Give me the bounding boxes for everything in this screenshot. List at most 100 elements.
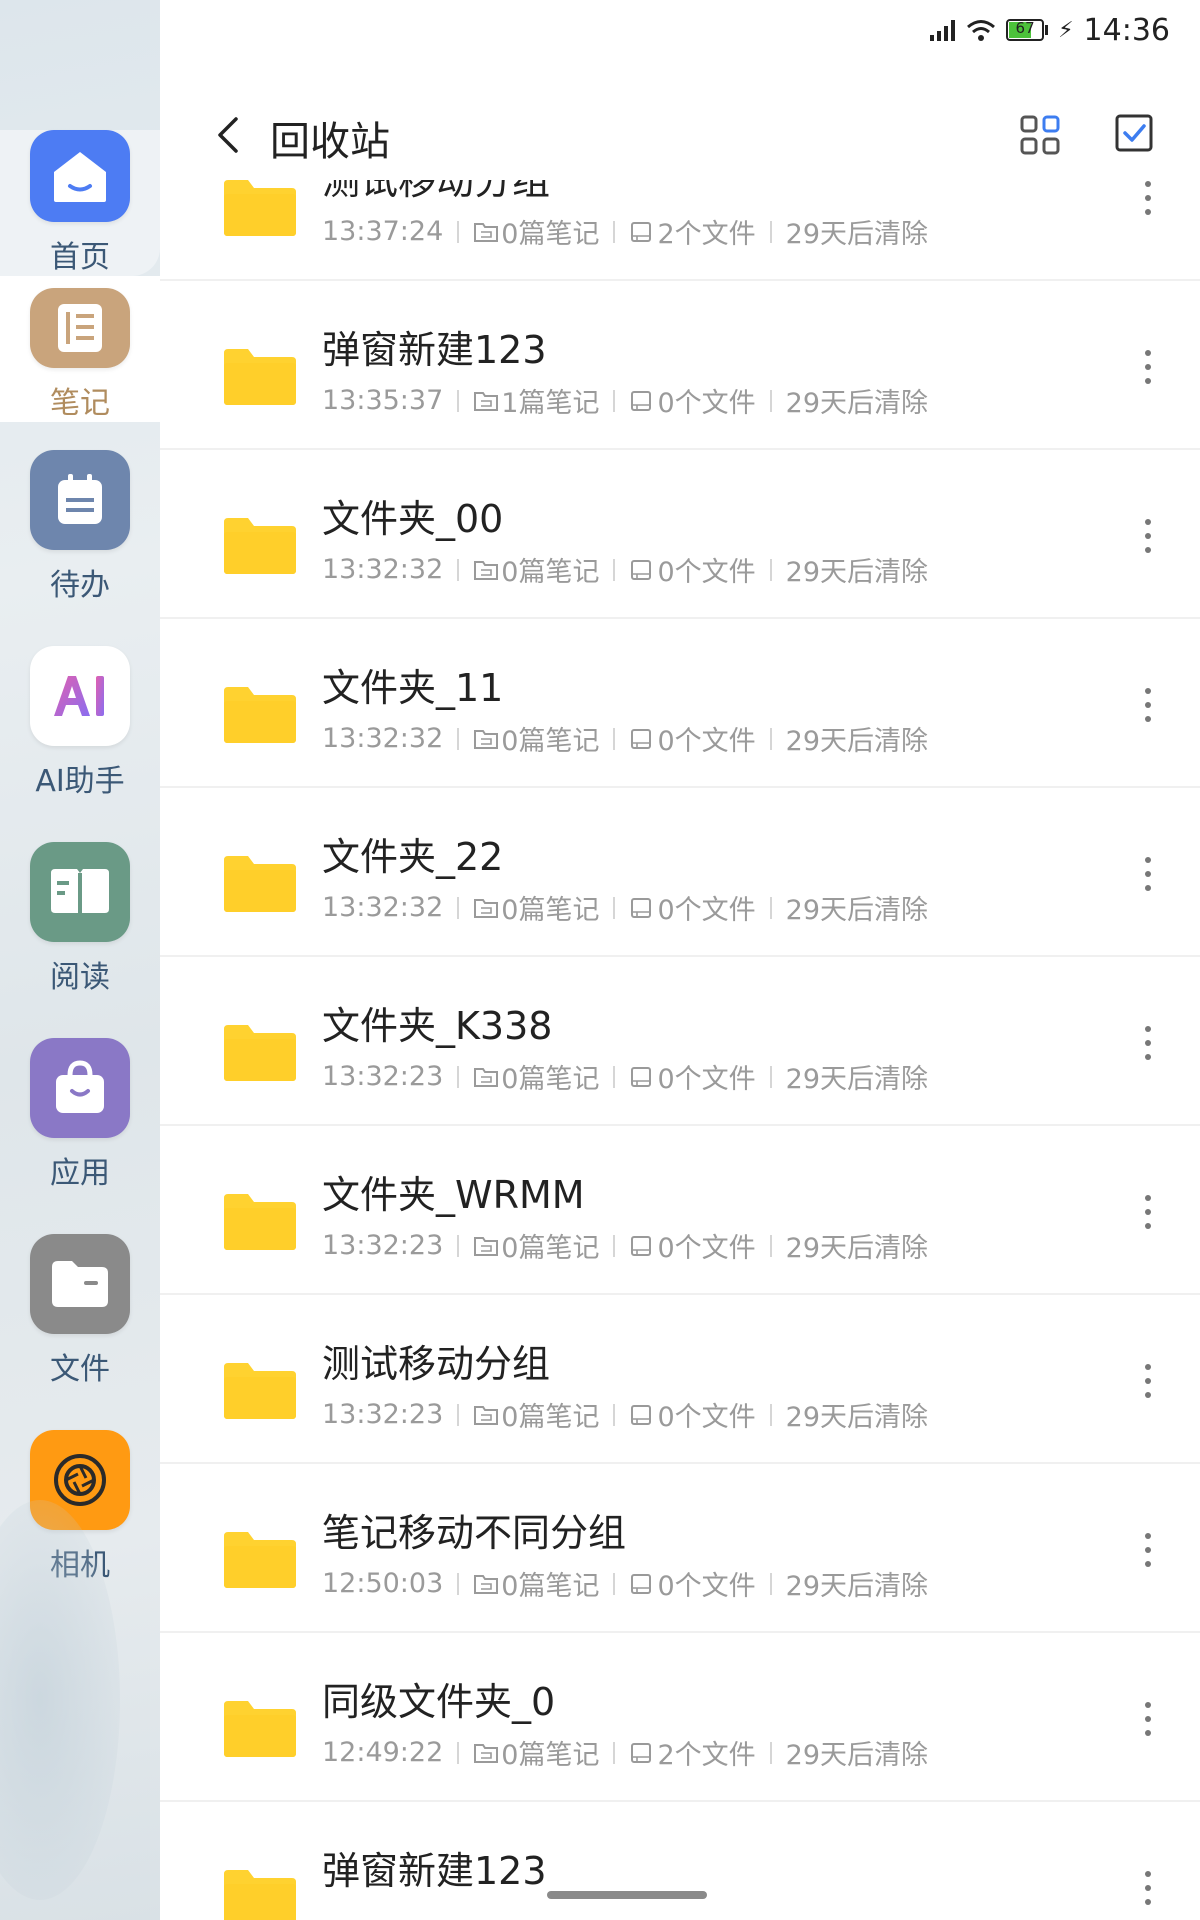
files-count: 0个文件 (657, 726, 756, 757)
list-item[interactable]: 笔记移动不同分组 12:50:03 0篇笔记 0个文件 29天后清除 (160, 1464, 1200, 1633)
list-item[interactable]: 文件夹_00 13:32:32 0篇笔记 0个文件 29天后清除 (160, 450, 1200, 619)
folder-icon (224, 349, 296, 405)
sidebar: 首页 笔记 待办 AI助手 阅读 应用 文件 相机 (0, 0, 160, 1920)
divider (457, 558, 460, 581)
sidebar-item-reading[interactable]: 阅读 (0, 814, 160, 1010)
files-count-icon (631, 1573, 652, 1594)
list-item[interactable]: 弹窗新建123 (160, 1802, 1200, 1920)
sidebar-item-home[interactable]: 首页 (0, 130, 160, 276)
folder-icon (224, 1194, 296, 1250)
divider (769, 1065, 772, 1088)
files-count-icon (631, 1066, 652, 1087)
divider (769, 220, 772, 243)
list-item[interactable]: 文件夹_11 13:32:32 0篇笔记 0个文件 29天后清除 (160, 619, 1200, 788)
select-checkbox-button[interactable] (1114, 113, 1154, 153)
list-item[interactable]: 测试移动分组 13:37:24 0篇笔记 2个文件 29天后清除 (160, 180, 1200, 281)
folder-meta: 13:37:24 0篇笔记 2个文件 29天后清除 (322, 212, 928, 251)
more-options-icon[interactable] (1138, 852, 1158, 896)
sidebar-item-label: 应用 (50, 1156, 110, 1191)
folder-icon (224, 1363, 296, 1419)
sidebar-item-camera[interactable]: 相机 (0, 1402, 160, 1598)
folder-title: 弹窗新建123 (322, 328, 547, 372)
more-options-icon[interactable] (1138, 1021, 1158, 1065)
files-count-icon (631, 1404, 652, 1425)
notes-count-icon (474, 898, 499, 918)
divider (457, 1572, 460, 1595)
files-count: 0个文件 (657, 1064, 756, 1095)
more-options-icon[interactable] (1138, 1359, 1158, 1403)
list-item[interactable]: 测试移动分组 13:32:23 0篇笔记 0个文件 29天后清除 (160, 1295, 1200, 1464)
camera-icon (30, 1430, 130, 1530)
divider (613, 1403, 616, 1426)
home-icon (30, 130, 130, 222)
deleted-time: 13:32:32 (322, 892, 444, 923)
list-item[interactable]: 弹窗新建123 13:35:37 1篇笔记 0个文件 29天后清除 (160, 281, 1200, 450)
folder-icon (224, 1532, 296, 1588)
sidebar-item-label: 首页 (50, 240, 110, 275)
sidebar-item-label: 文件 (50, 1352, 110, 1387)
folder-meta: 13:32:23 0篇笔记 0个文件 29天后清除 (322, 1057, 928, 1096)
more-options-icon[interactable] (1138, 1866, 1158, 1910)
folder-title: 弹窗新建123 (322, 1849, 547, 1893)
more-options-icon[interactable] (1138, 180, 1158, 220)
more-options-icon[interactable] (1138, 1528, 1158, 1572)
expire-text: 29天后清除 (785, 1064, 928, 1095)
sidebar-item-todo[interactable]: 待办 (0, 422, 160, 618)
notes-count-icon (474, 1574, 499, 1594)
folder-title: 测试移动分组 (322, 180, 551, 203)
home-indicator[interactable] (547, 1891, 707, 1899)
divider (769, 389, 772, 412)
folder-meta: 13:32:32 0篇笔记 0个文件 29天后清除 (322, 888, 928, 927)
notes-count-icon (474, 729, 499, 749)
folder-title: 同级文件夹_0 (322, 1680, 556, 1724)
list-item[interactable]: 文件夹_K338 13:32:23 0篇笔记 0个文件 29天后清除 (160, 957, 1200, 1126)
list-item[interactable]: 同级文件夹_0 12:49:22 0篇笔记 2个文件 29天后清除 (160, 1633, 1200, 1802)
files-count: 2个文件 (657, 1740, 756, 1771)
charging-icon: ⚡ (1058, 17, 1074, 43)
divider (457, 220, 460, 243)
grid-view-button[interactable] (1018, 113, 1062, 157)
sidebar-item-label: 待办 (50, 568, 110, 603)
more-options-icon[interactable] (1138, 1697, 1158, 1741)
battery-icon: 67 (1006, 19, 1049, 41)
folder-icon (224, 1701, 296, 1757)
folder-meta: 12:49:22 0篇笔记 2个文件 29天后清除 (322, 1733, 928, 1772)
files-count: 0个文件 (657, 388, 756, 419)
list-item[interactable]: 文件夹_22 13:32:32 0篇笔记 0个文件 29天后清除 (160, 788, 1200, 957)
folder-title: 测试移动分组 (322, 1342, 551, 1386)
divider (613, 896, 616, 919)
notes-count: 0篇笔记 (501, 1064, 600, 1095)
folder-icon (224, 180, 296, 236)
divider (769, 727, 772, 750)
folder-title: 文件夹_11 (322, 666, 504, 710)
divider (769, 1572, 772, 1595)
expire-text: 29天后清除 (785, 388, 928, 419)
sidebar-item-notes[interactable]: 笔记 (0, 276, 160, 422)
list-item[interactable]: 文件夹_WRMM 13:32:23 0篇笔记 0个文件 29天后清除 (160, 1126, 1200, 1295)
sidebar-item-apps[interactable]: 应用 (0, 1010, 160, 1206)
sidebar-item-ai-assistant[interactable]: AI助手 (0, 618, 160, 814)
divider (769, 558, 772, 581)
sidebar-item-label: 相机 (50, 1548, 110, 1583)
divider (613, 389, 616, 412)
divider (769, 896, 772, 919)
notes-count-icon (474, 222, 499, 242)
expire-text: 29天后清除 (785, 1571, 928, 1602)
notes-count: 0篇笔记 (501, 1571, 600, 1602)
more-options-icon[interactable] (1138, 345, 1158, 389)
files-count-icon (631, 390, 652, 411)
more-options-icon[interactable] (1138, 514, 1158, 558)
sidebar-item-files[interactable]: 文件 (0, 1206, 160, 1402)
notes-count-icon (474, 1236, 499, 1256)
notes-count: 0篇笔记 (501, 557, 600, 588)
divider (769, 1234, 772, 1257)
divider (613, 1065, 616, 1088)
expire-text: 29天后清除 (785, 219, 928, 250)
folder-icon (224, 687, 296, 743)
reading-icon (30, 842, 130, 942)
sidebar-item-label: AI助手 (35, 764, 125, 799)
more-options-icon[interactable] (1138, 683, 1158, 727)
more-options-icon[interactable] (1138, 1190, 1158, 1234)
divider (769, 1741, 772, 1764)
back-button[interactable] (208, 113, 248, 157)
